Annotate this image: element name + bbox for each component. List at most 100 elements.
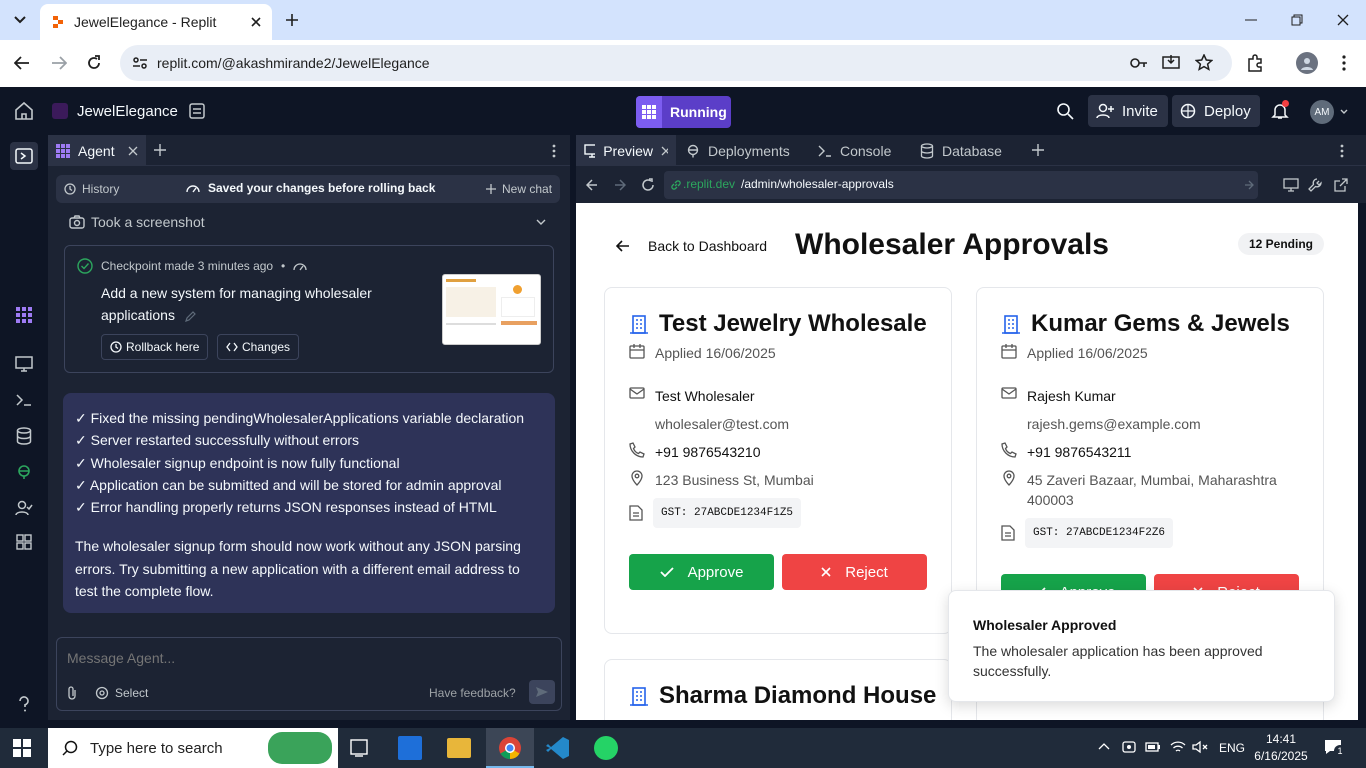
new-tab-button[interactable]: [280, 8, 304, 32]
preview-page: Back to Dashboard Wholesaler Approvals 1…: [576, 203, 1358, 720]
close-tab-icon[interactable]: [250, 16, 262, 28]
task-view-button[interactable]: [349, 738, 369, 758]
preview-url-bar[interactable]: .replit.dev /admin/wholesaler-approvals: [664, 171, 1258, 199]
install-app-icon[interactable]: [1162, 54, 1180, 72]
deployments-tool-button[interactable]: [14, 462, 34, 482]
send-button[interactable]: [529, 680, 555, 704]
close-icon: [1337, 14, 1349, 26]
browser-menu-button[interactable]: [1333, 52, 1355, 74]
agent-tool-button[interactable]: [14, 305, 34, 325]
forward-button[interactable]: [48, 52, 70, 74]
database-tool-button[interactable]: [14, 426, 34, 446]
tab-search-button[interactable]: [6, 6, 34, 34]
preview-back-button[interactable]: [586, 179, 598, 191]
close-tab-icon[interactable]: [661, 146, 668, 156]
changes-button[interactable]: Changes: [217, 334, 300, 360]
taskbar-search[interactable]: Type here to search: [48, 728, 338, 768]
project-name[interactable]: JewelElegance: [77, 103, 178, 120]
network-icon[interactable]: [1170, 740, 1186, 754]
home-button[interactable]: [14, 101, 34, 121]
pencil-icon[interactable]: [184, 310, 197, 323]
paperclip-icon[interactable]: [67, 686, 77, 700]
extensions-button[interactable]: [1244, 52, 1266, 74]
database-icon: [16, 427, 32, 445]
tab-agent[interactable]: Agent: [48, 135, 146, 166]
run-button[interactable]: Running: [636, 96, 731, 128]
preview-reload-button[interactable]: [641, 178, 655, 192]
volume-icon[interactable]: [1192, 740, 1208, 754]
store-app-icon[interactable]: [398, 736, 422, 760]
meet-now-icon[interactable]: [1122, 740, 1136, 756]
battery-icon[interactable]: [1145, 742, 1161, 752]
search-button[interactable]: [1056, 102, 1074, 120]
start-button[interactable]: [13, 739, 31, 757]
message-agent-input[interactable]: [67, 648, 547, 668]
whatsapp-taskbar-button[interactable]: [594, 736, 618, 760]
database-icon: [920, 142, 934, 159]
preview-scrollbar-track[interactable]: [1358, 203, 1366, 720]
avatar-menu-chevron[interactable]: [1340, 109, 1348, 115]
devtools-button[interactable]: [1308, 178, 1322, 192]
back-button[interactable]: [11, 52, 33, 74]
select-element-button[interactable]: Select: [95, 686, 148, 700]
rollback-button[interactable]: Rollback here: [101, 334, 209, 360]
all-tools-button[interactable]: [14, 532, 34, 552]
tab-deployments[interactable]: Deployments: [678, 135, 798, 166]
file-explorer-icon[interactable]: [447, 738, 471, 758]
help-button[interactable]: [14, 694, 34, 714]
checkpoint-thumbnail[interactable]: [442, 274, 541, 345]
applied-row: Applied 16/06/2025: [629, 343, 776, 363]
tab-database[interactable]: Database: [912, 135, 1010, 166]
workspace-options-button[interactable]: [1340, 144, 1344, 158]
vscode-taskbar-button[interactable]: [546, 736, 570, 760]
more-vertical-icon: [552, 144, 556, 158]
new-chat-button[interactable]: New chat: [486, 182, 552, 196]
chrome-taskbar-button[interactable]: [486, 728, 534, 768]
reload-button[interactable]: [83, 52, 105, 74]
address-bar[interactable]: replit.com/@akashmirande2/JewelElegance: [120, 45, 1232, 81]
deploy-button[interactable]: Deploy: [1172, 95, 1260, 127]
screenshot-action-row[interactable]: Took a screenshot: [64, 209, 554, 235]
close-tab-icon[interactable]: [128, 146, 138, 156]
users-tool-button[interactable]: [14, 498, 34, 518]
close-window-button[interactable]: [1328, 8, 1358, 32]
bookmark-star-icon[interactable]: [1195, 54, 1213, 72]
approval-toast[interactable]: Wholesaler Approved The wholesaler appli…: [948, 590, 1335, 702]
restore-button[interactable]: [1282, 8, 1312, 32]
agent-options-button[interactable]: [552, 144, 556, 158]
tab-console[interactable]: Console: [810, 135, 899, 166]
clock[interactable]: 14:41 6/16/2025: [1254, 731, 1308, 765]
user-plus-icon: [1096, 103, 1114, 119]
reject-button[interactable]: Reject: [782, 554, 927, 590]
tab-preview[interactable]: Preview: [576, 135, 676, 166]
approve-button[interactable]: Approve: [629, 554, 774, 590]
files-toggle-button[interactable]: [10, 142, 38, 170]
password-key-icon[interactable]: [1130, 56, 1148, 70]
preview-tool-button[interactable]: [14, 354, 34, 374]
history-button[interactable]: History: [64, 182, 119, 196]
profile-avatar[interactable]: [1296, 52, 1318, 74]
device-preview-button[interactable]: [1283, 178, 1299, 192]
project-info-button[interactable]: [188, 102, 206, 120]
arrow-right-icon[interactable]: [1244, 180, 1254, 190]
preview-forward-button[interactable]: [614, 179, 626, 191]
contact-name: Test Wholesaler: [655, 388, 755, 404]
minimize-button[interactable]: [1236, 8, 1266, 32]
tray-overflow-button[interactable]: [1098, 742, 1110, 750]
site-info-icon[interactable]: [132, 55, 148, 71]
open-new-tab-button[interactable]: [1334, 178, 1348, 192]
language-indicator[interactable]: ENG: [1219, 741, 1245, 755]
help-icon: [19, 696, 29, 712]
invite-button[interactable]: Invite: [1088, 95, 1168, 127]
reload-icon: [642, 178, 654, 191]
new-pane-tab-button[interactable]: [154, 144, 166, 156]
notifications-button[interactable]: [1271, 100, 1289, 120]
console-tool-button[interactable]: [14, 390, 34, 410]
new-workspace-tab-button[interactable]: [1032, 144, 1044, 156]
tab-deployments-label: Deployments: [708, 142, 790, 159]
notification-center-button[interactable]: 1: [1324, 739, 1346, 757]
back-to-dashboard-button[interactable]: Back to Dashboard: [616, 238, 767, 254]
user-avatar[interactable]: AM: [1310, 100, 1334, 124]
browser-tab[interactable]: JewelElegance - Replit: [40, 4, 272, 40]
feedback-link[interactable]: Have feedback?: [429, 686, 516, 700]
